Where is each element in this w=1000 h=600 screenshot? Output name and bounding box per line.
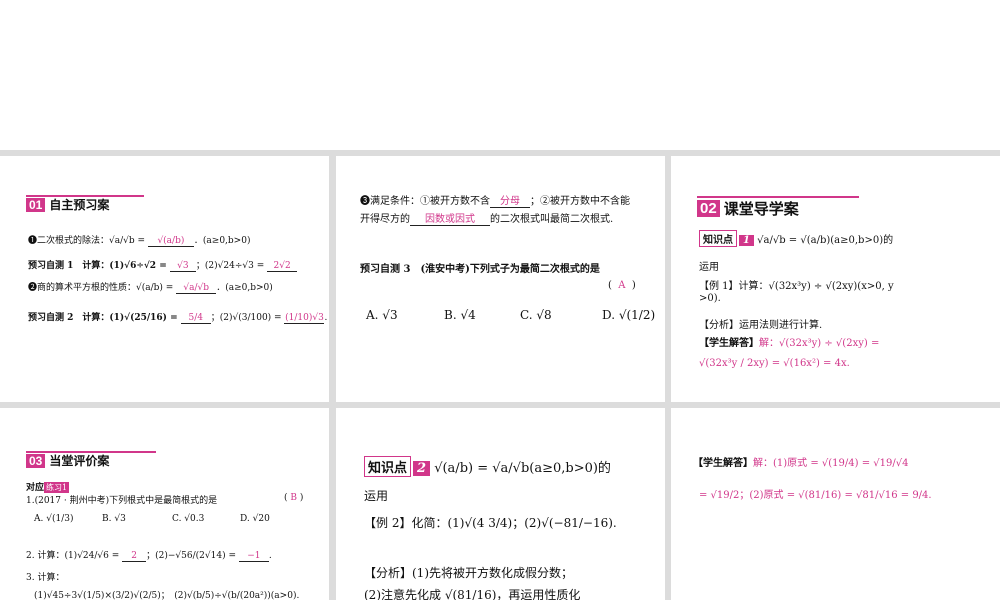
kp-label: 知识点: [364, 456, 412, 477]
preview-test-1: 预习自测 1 计算：(1)√6÷√2 = √3 ；(2)√24÷√3 = 2√2: [28, 258, 298, 272]
section-rule: [26, 195, 144, 197]
question-text: ；(2)√24÷√3 =: [195, 261, 268, 271]
text: ；②被开方数中不含能: [530, 196, 630, 207]
answer-blank: √3: [169, 261, 196, 272]
answer-blank: (1/10)√3: [284, 313, 325, 324]
analysis-line-2: (2)注意先化成 √(81/16)，再运用性质化: [364, 588, 581, 600]
section-number: 03: [26, 453, 46, 468]
question-text: ；(2)√(3/100) =: [210, 313, 285, 323]
answer-blank: −1: [238, 551, 269, 562]
q1-option-c: C. √0.3: [172, 514, 205, 524]
kp-tail: 运用: [364, 489, 389, 503]
kp-number: 1: [739, 235, 754, 246]
answer-text: 解：√(32x³y) ÷ √(2xy) =: [759, 338, 880, 349]
text: 的二次根式叫最简二次根式.: [490, 214, 614, 225]
q1-option-b: B. √3: [102, 514, 126, 524]
section-number: 02: [697, 200, 720, 217]
answer-blank: 2: [122, 551, 147, 562]
kp-tail: 运用: [699, 262, 719, 273]
correspond-label: 对应: [26, 483, 45, 493]
answer-text: 解：(1)原式 = √(19/4) = √19/√4: [753, 458, 909, 469]
option-b: B. √4: [444, 308, 476, 322]
condition-line-1: ❸满足条件：①被开方数不含 分母 ；②被开方数中不含能: [360, 192, 630, 208]
panel-preview-continued: ❸满足条件：①被开方数不含 分母 ；②被开方数中不含能 开得尽方的 因数或因式 的二次根…: [336, 156, 665, 402]
example-1-line1: 【例 1】计算：√(32x³y) ÷ √(2xy)(x>0, y: [699, 281, 894, 292]
q1-option-a: A. √(1/3): [34, 514, 74, 524]
question-text: ；(2)−√56/(2√14) =: [146, 551, 239, 561]
answer-blank: √a/√b: [176, 283, 217, 294]
section-rule: [26, 451, 156, 453]
preview-test-2: 预习自测 2 计算：(1)√(25/16) = 5/4 ；(2)√(3/100) …: [28, 313, 328, 324]
section-number: 01: [26, 197, 46, 212]
question-3: 3. 计算：: [26, 573, 65, 583]
answer-text-2: √(32x³y / 2xy) = √(16x²) = 4x.: [699, 358, 850, 369]
section-header-01: 01 自主预习案: [26, 196, 109, 213]
student-answer: 【学生解答】解：(1)原式 = √(19/4) = √19/√4: [693, 454, 908, 469]
panel-student-answer-2: 【学生解答】解：(1)原式 = √(19/4) = √19/√4 = √19/2…: [671, 408, 1000, 600]
answer-label: 【学生解答】: [699, 338, 759, 349]
question-text: 预习自测 1 计算：(1)√6÷√2 =: [28, 261, 170, 271]
rule-text: ❶二次根式的除法：√a/√b =: [28, 236, 148, 246]
panel-classroom-guide: 02 课堂导学案 知识点 1 √a/√b = √(a/b)(a≥0,b>0)的 运…: [671, 156, 1000, 402]
option-c: C. √8: [520, 308, 552, 322]
rule-condition: ．(a≥0,b>0): [193, 236, 251, 246]
section-title: 当堂评价案: [49, 454, 110, 468]
section-title: 课堂导学案: [723, 200, 799, 218]
question-1: 1.(2017 · 荆州中考)下列根式中是最简根式的是: [26, 493, 217, 506]
answer-blank: √(a/b): [147, 236, 194, 247]
analysis-line-1: 【分析】(1)先将被开方数化成假分数；: [364, 566, 573, 580]
option-d: D. √(1/2): [602, 308, 656, 322]
answer-choice: B: [290, 493, 297, 503]
answer-blank: 分母: [490, 192, 530, 208]
question-text: 1.(2017 · 荆州中考)下列根式中是最简根式的是: [26, 496, 218, 506]
section-title: 自主预习案: [49, 198, 110, 212]
rule-condition: ．(a≥0,b>0): [216, 283, 273, 293]
section-header-03: 03 当堂评价案: [26, 452, 109, 469]
condition-line-2: 开得尽方的 因数或因式 的二次根式叫最简二次根式.: [360, 210, 613, 226]
rule-quotient: ❷商的算术平方根的性质：√(a/b) = √a/√b ．(a≥0,b>0): [28, 280, 273, 294]
analysis: 【分析】运用法则进行计算.: [699, 320, 823, 331]
panel-knowledge-point-2: 知识点 2 √(a/b) = √a/√b(a≥0,b>0)的 运用 【例 2】化简…: [336, 408, 665, 600]
student-answer: 【学生解答】解：√(32x³y) ÷ √(2xy) =: [699, 334, 879, 349]
kp-formula: √a/√b = √(a/b)(a≥0,b>0)的: [757, 235, 894, 246]
kp-label: 知识点: [699, 230, 737, 247]
section-header-02: 02 课堂导学案: [697, 198, 799, 219]
knowledge-point-1: 知识点 1 √a/√b = √(a/b)(a≥0,b>0)的: [699, 230, 893, 247]
question-text: 预习自测 2 计算：(1)√(25/16) =: [28, 313, 181, 323]
question-text: 预习自测 3 (淮安中考)下列式子为最简二次根式的是: [360, 264, 600, 275]
practice-tag: 练习1: [44, 482, 70, 493]
practice-tag-row: 对应 练习1: [26, 480, 70, 493]
preview-test-3: 预习自测 3 (淮安中考)下列式子为最简二次根式的是: [360, 260, 600, 275]
answer-blank: 因数或因式: [410, 210, 490, 226]
answer-blank: 5/4: [180, 313, 211, 324]
answer-choice: A: [618, 280, 626, 291]
panel-evaluation: 03 当堂评价案 对应 练习1 1.(2017 · 荆州中考)下列根式中是最简根式…: [0, 408, 329, 600]
question-2: 2. 计算：(1)√24/√6 = 2 ；(2)−√56/(2√14) = −1.: [26, 551, 272, 562]
q1-option-d: D. √20: [240, 514, 270, 524]
rule-division: ❶二次根式的除法：√a/√b = √(a/b) ．(a≥0,b>0): [28, 233, 250, 247]
kp-formula: √(a/b) = √a/√b(a≥0,b>0)的: [434, 461, 611, 476]
answer-label: 【学生解答】: [693, 458, 753, 469]
text: ❸满足条件：①被开方数不含: [360, 196, 490, 207]
panel-self-preview: 01 自主预习案 ❶二次根式的除法：√a/√b = √(a/b) ．(a≥0,b>…: [0, 156, 329, 402]
example-1-line2: >0).: [699, 293, 721, 304]
text: 开得尽方的: [360, 214, 410, 225]
kp-number: 2: [413, 461, 431, 476]
section-rule: [697, 196, 859, 198]
answer-bracket: ( A ): [608, 280, 636, 291]
knowledge-point-2: 知识点 2 √(a/b) = √a/√b(a≥0,b>0)的: [364, 456, 611, 477]
rule-text: ❷商的算术平方根的性质：√(a/b) =: [28, 283, 177, 293]
answer-blank: 2√2: [267, 261, 298, 272]
answer-text-2: = √19/2；(2)原式 = √(81/16) = √81/√16 = 9/4…: [699, 490, 932, 501]
q1-answer: ( B ): [284, 493, 304, 503]
question-3-items: (1)√45÷3√(1/5)×(3/2)√(2/5)； (2)√(b/5)÷√(…: [34, 591, 300, 600]
option-a: A. √3: [366, 308, 398, 322]
question-text: 2. 计算：(1)√24/√6 =: [26, 551, 123, 561]
example-2: 【例 2】化简：(1)√(4 3/4)；(2)√(−81/−16).: [364, 516, 617, 530]
